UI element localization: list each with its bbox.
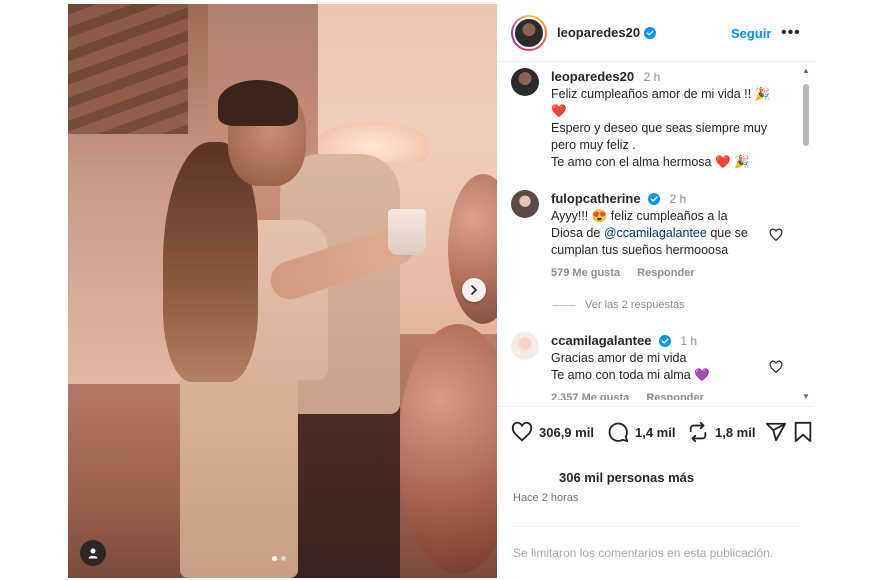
comment-button[interactable]: 1,4 mil <box>607 421 675 443</box>
caption: leoparedes20 2 h Feliz cumpleaños amor d… <box>511 68 781 171</box>
verified-icon <box>648 193 661 205</box>
likes-summary[interactable]: 306 mil personas más <box>559 470 694 485</box>
view-replies-button[interactable]: Ver las 2 respuestas <box>553 299 685 311</box>
comment-username[interactable]: fulopcatherine <box>551 191 641 206</box>
comment-username[interactable]: ccamilagalantee <box>551 333 651 348</box>
photo-man-pants <box>290 404 400 578</box>
like-button[interactable]: 306,9 mil <box>511 421 594 443</box>
comment-text: Te amo con toda mi alma 💜 <box>551 368 710 382</box>
comment-likes[interactable]: 2.357 Me gusta <box>551 392 629 400</box>
follow-button[interactable]: Seguir <box>731 26 771 41</box>
author-username[interactable]: leoparedes20 <box>557 25 640 40</box>
comment-icon <box>608 422 629 443</box>
share-button[interactable] <box>765 421 793 443</box>
comment-time: 1 h <box>680 334 698 348</box>
comments-list: leoparedes20 2 h Feliz cumpleaños amor d… <box>497 62 814 400</box>
mention-link[interactable]: @ccamilagalantee <box>604 226 707 240</box>
photo-man-hair <box>218 80 298 126</box>
comment-likes[interactable]: 579 Me gusta <box>551 267 620 279</box>
tagged-users-button[interactable] <box>80 540 106 566</box>
carousel-dot-active <box>272 556 277 561</box>
comment-text: Gracias amor de mi vida <box>551 351 687 365</box>
verified-icon <box>658 335 671 347</box>
carousel-next-button[interactable] <box>462 278 486 302</box>
caption-username[interactable]: leoparedes20 <box>551 69 634 84</box>
reply-button[interactable]: Responder <box>646 392 703 400</box>
scroll-down-icon[interactable]: ▼ <box>802 392 810 401</box>
scroll-thumb[interactable] <box>803 84 809 146</box>
reply-button[interactable]: Responder <box>637 267 694 279</box>
heart-icon[interactable] <box>769 360 783 374</box>
carousel-dot <box>281 556 286 561</box>
caption-line: ❤️ <box>551 104 567 118</box>
caption-line: pero muy feliz . <box>551 138 636 152</box>
caption-line: Espero y deseo que seas siempre muy <box>551 121 768 135</box>
more-options-icon[interactable]: ••• <box>781 24 801 42</box>
caption-time: 2 h <box>643 70 661 84</box>
bookmark-icon <box>794 421 812 443</box>
comments-scrollbar[interactable]: ▲ ▼ <box>801 66 811 402</box>
instagram-post: leoparedes20 Seguir ••• leoparedes20 2 h… <box>68 4 814 578</box>
chevron-right-icon <box>471 285 478 295</box>
divider <box>511 526 800 527</box>
photo-stairs <box>68 4 188 134</box>
reposts-count: 1,8 mil <box>715 424 756 440</box>
save-button[interactable] <box>793 421 819 443</box>
photo-woman-pants <box>180 376 298 578</box>
avatar[interactable] <box>511 190 539 218</box>
post-photo[interactable] <box>68 4 497 578</box>
repost-icon <box>689 421 707 443</box>
photo-cup <box>388 209 426 255</box>
likes-count: 306,9 mil <box>539 424 594 440</box>
comment: ccamilagalantee 1 h Gracias amor de mi v… <box>511 332 761 400</box>
scroll-up-icon[interactable]: ▲ <box>802 66 810 75</box>
view-replies-label: Ver las 2 respuestas <box>585 299 685 311</box>
comments-limited-notice: Se limitaron los comentarios en esta pub… <box>513 546 774 560</box>
user-tag-icon <box>88 548 98 559</box>
carousel-indicator <box>272 556 286 561</box>
heart-icon[interactable] <box>769 228 783 242</box>
caption-line: Te amo con el alma hermosa ❤️ 🎉 <box>551 155 750 169</box>
share-icon <box>765 422 787 442</box>
post-timestamp[interactable]: Hace 2 horas <box>513 492 578 504</box>
avatar[interactable] <box>511 332 539 360</box>
caption-line: Feliz cumpleaños amor de mi vida !! 🎉 <box>551 87 771 101</box>
avatar[interactable] <box>511 68 539 96</box>
comments-count: 1,4 mil <box>635 424 676 440</box>
author-avatar[interactable] <box>511 14 547 51</box>
repost-button[interactable]: 1,8 mil <box>687 421 755 443</box>
post-side-panel: leoparedes20 Seguir ••• leoparedes20 2 h… <box>497 4 814 578</box>
avatar <box>513 16 545 49</box>
comment-text: Ayyy!!! 😍 feliz cumpleaños a la Diosa de… <box>551 208 761 259</box>
action-bar: 306,9 mil 1,4 mil 1,8 mil <box>497 406 814 456</box>
heart-icon <box>511 421 533 442</box>
verified-icon <box>644 26 657 39</box>
comment-time: 2 h <box>669 192 687 206</box>
comment: fulopcatherine 2 h Ayyy!!! 😍 feliz cumpl… <box>511 190 761 282</box>
